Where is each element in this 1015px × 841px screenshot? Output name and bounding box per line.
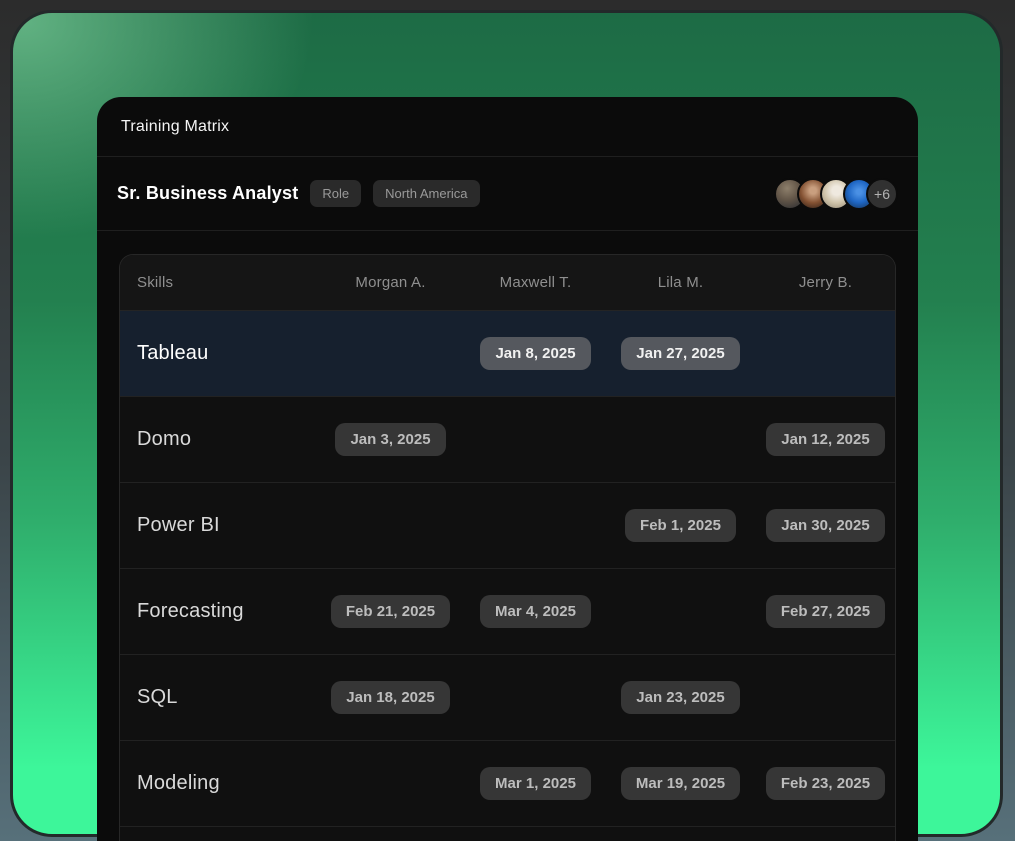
- column-header-skills: Skills: [120, 274, 318, 291]
- table-row[interactable]: Modeling Mar 1, 2025 Mar 19, 2025 Feb 23…: [120, 741, 895, 827]
- app-window: Training Matrix Sr. Business Analyst Rol…: [97, 97, 918, 841]
- table-row[interactable]: Forecasting Feb 21, 2025 Mar 4, 2025 Feb…: [120, 569, 895, 655]
- table-row[interactable]: Tableau Jan 8, 2025 Jan 27, 2025: [120, 311, 895, 397]
- date-cell: Jan 3, 2025: [318, 423, 463, 456]
- column-header-lila: Lila M.: [608, 274, 753, 291]
- table-header-row: Skills Morgan A. Maxwell T. Lila M. Jerr…: [120, 255, 895, 311]
- date-cell: Feb 23, 2025: [753, 767, 896, 800]
- role-title: Sr. Business Analyst: [117, 183, 298, 204]
- date-cell: Jan 23, 2025: [608, 681, 753, 714]
- date-badge[interactable]: Jan 8, 2025: [480, 337, 590, 370]
- date-badge[interactable]: Feb 27, 2025: [766, 595, 885, 628]
- table-row-partial: [120, 827, 895, 841]
- skill-name: Forecasting: [120, 600, 318, 623]
- date-badge[interactable]: Feb 1, 2025: [625, 509, 736, 542]
- date-badge[interactable]: Feb 21, 2025: [331, 595, 450, 628]
- date-badge[interactable]: Jan 30, 2025: [766, 509, 884, 542]
- date-cell: Mar 19, 2025: [608, 767, 753, 800]
- skill-name: SQL: [120, 686, 318, 709]
- skill-name: Modeling: [120, 772, 318, 795]
- date-badge[interactable]: Feb 23, 2025: [766, 767, 885, 800]
- date-cell: Jan 12, 2025: [753, 423, 896, 456]
- table-body: Tableau Jan 8, 2025 Jan 27, 2025 Domo Ja…: [120, 311, 895, 827]
- skill-name: Tableau: [120, 342, 318, 365]
- column-header-maxwell: Maxwell T.: [463, 274, 608, 291]
- date-badge[interactable]: Jan 3, 2025: [335, 423, 445, 456]
- column-header-jerry: Jerry B.: [753, 274, 896, 291]
- avatar-stack[interactable]: +6: [774, 178, 898, 210]
- date-cell: Jan 30, 2025: [753, 509, 896, 542]
- title-bar: Training Matrix: [97, 97, 918, 157]
- date-badge[interactable]: Jan 18, 2025: [331, 681, 449, 714]
- date-cell: Feb 1, 2025: [608, 509, 753, 542]
- date-cell: Feb 27, 2025: [753, 595, 896, 628]
- date-cell: Jan 18, 2025: [318, 681, 463, 714]
- date-badge[interactable]: Mar 4, 2025: [480, 595, 591, 628]
- date-badge[interactable]: Mar 19, 2025: [621, 767, 740, 800]
- skill-name: Domo: [120, 428, 318, 451]
- content-area: Skills Morgan A. Maxwell T. Lila M. Jerr…: [97, 231, 918, 841]
- window-title: Training Matrix: [121, 118, 229, 136]
- date-cell: Feb 21, 2025: [318, 595, 463, 628]
- training-matrix-table: Skills Morgan A. Maxwell T. Lila M. Jerr…: [119, 254, 896, 841]
- table-row[interactable]: Domo Jan 3, 2025 Jan 12, 2025: [120, 397, 895, 483]
- date-badge[interactable]: Jan 27, 2025: [621, 337, 739, 370]
- avatar-overflow-count[interactable]: +6: [866, 178, 898, 210]
- date-badge[interactable]: Jan 23, 2025: [621, 681, 739, 714]
- date-cell: Jan 27, 2025: [608, 337, 753, 370]
- skill-name: Power BI: [120, 514, 318, 537]
- column-header-morgan: Morgan A.: [318, 274, 463, 291]
- table-row[interactable]: SQL Jan 18, 2025 Jan 23, 2025: [120, 655, 895, 741]
- date-cell: Mar 1, 2025: [463, 767, 608, 800]
- table-row[interactable]: Power BI Feb 1, 2025 Jan 30, 2025: [120, 483, 895, 569]
- date-cell: Mar 4, 2025: [463, 595, 608, 628]
- chip-role[interactable]: Role: [310, 180, 361, 207]
- date-badge[interactable]: Mar 1, 2025: [480, 767, 591, 800]
- toolbar: Sr. Business Analyst Role North America …: [97, 157, 918, 231]
- date-cell: Jan 8, 2025: [463, 337, 608, 370]
- chip-region[interactable]: North America: [373, 180, 479, 207]
- date-badge[interactable]: Jan 12, 2025: [766, 423, 884, 456]
